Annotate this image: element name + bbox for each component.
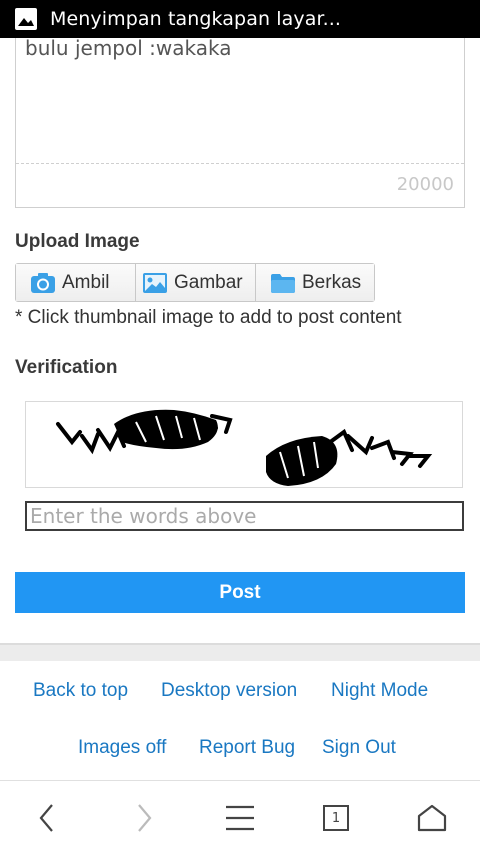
home-button[interactable] — [414, 800, 450, 836]
page: Menyimpan tangkapan layar... bulu jempol… — [0, 0, 480, 854]
chevron-right-icon — [138, 804, 152, 832]
image-icon — [143, 272, 167, 293]
captcha-image — [25, 401, 463, 488]
tabs-count: 1 — [331, 810, 341, 826]
berkas-label: Berkas — [302, 271, 362, 293]
verification-title: Verification — [15, 357, 118, 378]
upload-hint: * Click thumbnail image to add to post c… — [15, 307, 402, 328]
gambar-button[interactable]: Gambar — [136, 264, 256, 301]
status-bar: Menyimpan tangkapan layar... — [0, 0, 480, 38]
back-to-top-link[interactable]: Back to top — [33, 680, 128, 702]
captcha-input[interactable]: Enter the words above — [25, 501, 464, 531]
status-text: Menyimpan tangkapan layar... — [50, 8, 342, 30]
upload-image-title: Upload Image — [15, 231, 140, 252]
upload-button-group: Ambil Gambar Berkas — [15, 263, 375, 302]
forward-button[interactable] — [126, 800, 162, 836]
images-off-link[interactable]: Images off — [78, 737, 166, 759]
folder-icon — [271, 273, 295, 293]
sign-out-link[interactable]: Sign Out — [322, 737, 396, 759]
ambil-button[interactable]: Ambil — [16, 264, 136, 301]
desktop-version-link[interactable]: Desktop version — [161, 680, 297, 702]
footer-links: Back to top Desktop version Night Mode I… — [0, 661, 480, 781]
night-mode-link[interactable]: Night Mode — [331, 680, 428, 702]
footer-divider — [0, 643, 480, 661]
tabs-icon: 1 — [323, 805, 349, 831]
post-label: Post — [219, 581, 261, 603]
post-content-textarea[interactable]: bulu jempol :wakaka 20000 — [15, 36, 465, 208]
screenshot-image-icon — [15, 8, 37, 30]
captcha-graphic — [56, 409, 433, 486]
captcha-placeholder: Enter the words above — [30, 504, 257, 528]
menu-button[interactable] — [222, 800, 258, 836]
ambil-label: Ambil — [62, 271, 110, 293]
berkas-button[interactable]: Berkas — [256, 264, 374, 301]
character-counter: 20000 — [396, 174, 454, 195]
chevron-left-icon — [39, 804, 53, 832]
post-content-text: bulu jempol :wakaka — [25, 36, 232, 60]
menu-icon — [226, 805, 254, 831]
report-bug-link[interactable]: Report Bug — [199, 737, 295, 759]
post-button[interactable]: Post — [15, 572, 465, 613]
camera-icon — [31, 272, 55, 293]
home-icon — [417, 804, 447, 832]
gambar-label: Gambar — [174, 271, 243, 293]
browser-navbar: 1 — [0, 782, 480, 854]
tabs-button[interactable]: 1 — [318, 800, 354, 836]
editor-divider — [16, 163, 464, 164]
back-button[interactable] — [29, 800, 65, 836]
